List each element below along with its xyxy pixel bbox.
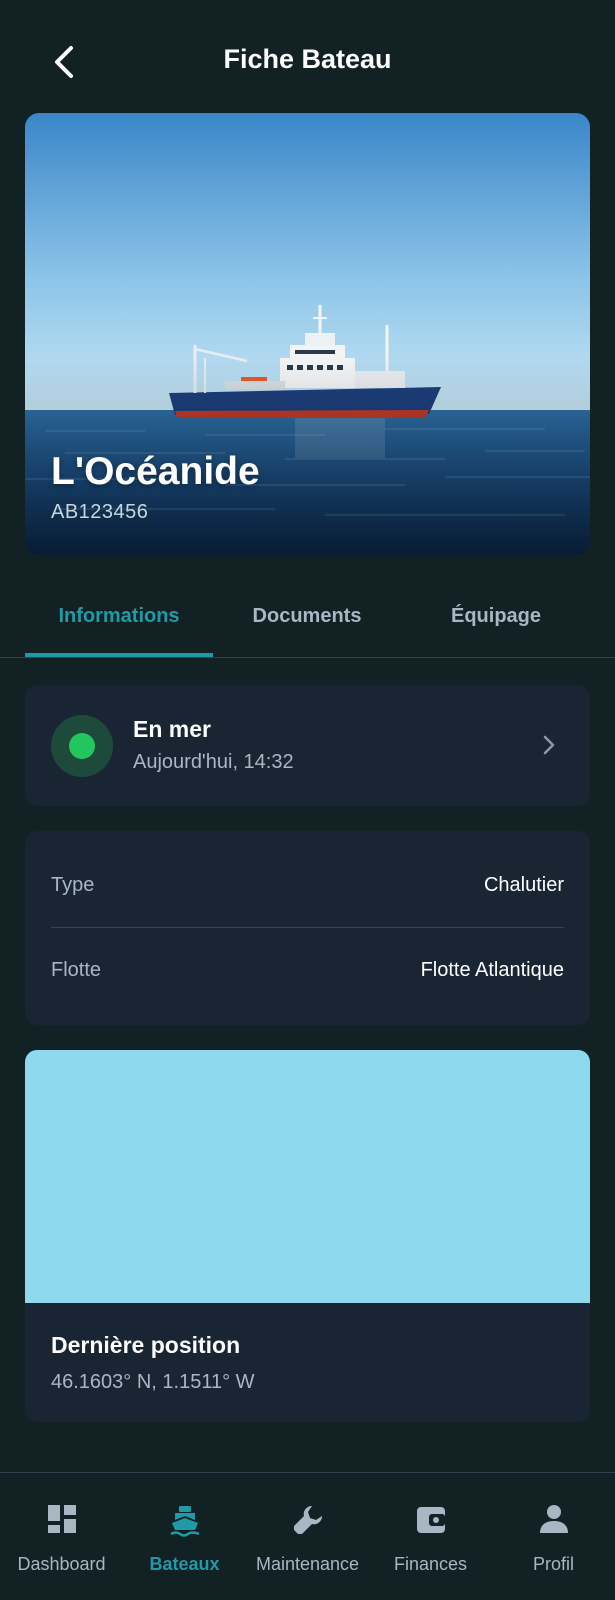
wrench-icon (293, 1505, 322, 1534)
nav-label: Finances (393, 1554, 468, 1574)
status-timestamp: Aujourd'hui, 14:32 (133, 751, 294, 773)
details-card: Type Chalutier Flotte Flotte Atlantique (25, 831, 590, 1025)
nav-item-bateaux[interactable]: Bateaux (123, 1473, 246, 1600)
page-title: Fiche Bateau (223, 44, 392, 74)
status-indicator (51, 715, 113, 777)
active-tab-indicator (25, 653, 213, 657)
detail-row-type: Type Chalutier (51, 844, 564, 928)
position-map[interactable] (25, 1050, 590, 1303)
boat-hero-image: L'Océanide AB123456 (25, 113, 590, 555)
tab-equipage[interactable]: Équipage (402, 575, 590, 657)
detail-value: Flotte Atlantique (420, 958, 564, 981)
nav-label: Maintenance (255, 1554, 360, 1574)
boat-detail-screen: Fiche Bateau L'Océanide AB123456 Informa… (0, 0, 615, 1600)
position-title: Dernière position (51, 1332, 241, 1358)
nav-item-finances[interactable]: Finances (369, 1473, 492, 1600)
nav-item-profil[interactable]: Profil (492, 1473, 615, 1600)
tab-bar: Informations Documents Équipage (0, 575, 615, 658)
status-card[interactable]: En mer Aujourd'hui, 14:32 (25, 685, 590, 806)
position-coordinates: 46.1603° N, 1.1511° W (51, 1371, 255, 1393)
nav-item-dashboard[interactable]: Dashboard (0, 1473, 123, 1600)
detail-row-flotte: Flotte Flotte Atlantique (51, 928, 564, 1012)
nav-label: Dashboard (17, 1554, 106, 1574)
chevron-right-icon (543, 735, 555, 755)
dashboard-icon (47, 1505, 76, 1533)
status-dot-icon (69, 733, 95, 759)
boat-registration: AB123456 (51, 501, 149, 523)
last-position-card: Dernière position 46.1603° N, 1.1511° W (25, 1050, 590, 1422)
header: Fiche Bateau (0, 0, 615, 126)
tab-informations[interactable]: Informations (25, 575, 213, 657)
tab-documents[interactable]: Documents (213, 575, 401, 657)
boat-name: L'Océanide (51, 450, 260, 493)
boat-icon (169, 1506, 199, 1537)
detail-value: Chalutier (483, 874, 564, 896)
detail-label: Type (51, 874, 95, 896)
detail-label: Flotte (51, 958, 102, 981)
bottom-navigation: Dashboard Bateaux Maintenance Finances P… (0, 1472, 615, 1600)
nav-label: Profil (532, 1554, 574, 1574)
status-title: En mer (133, 716, 211, 742)
nav-item-maintenance[interactable]: Maintenance (246, 1473, 369, 1600)
person-icon (539, 1505, 568, 1533)
nav-label: Bateaux (149, 1554, 220, 1574)
wallet-icon (416, 1507, 445, 1533)
